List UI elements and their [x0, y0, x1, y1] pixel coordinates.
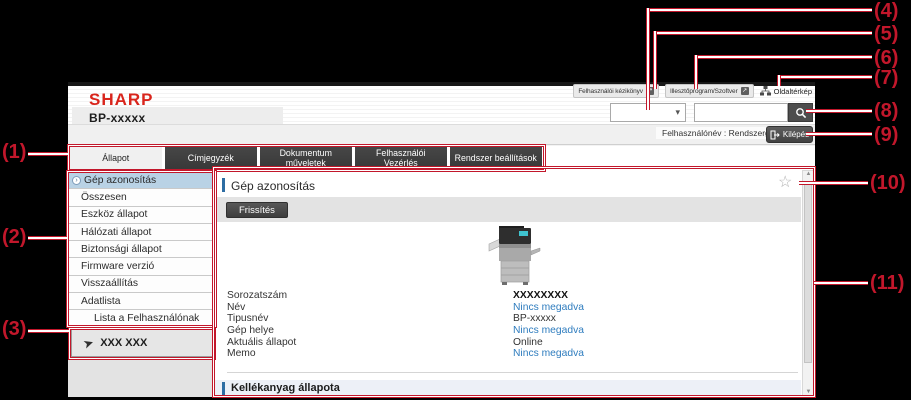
status-value: Online [513, 337, 543, 349]
user-manual-label: Felhasználói kézikönyv [578, 88, 643, 95]
detail-label: Sorozatszám [227, 290, 513, 302]
tab-bar: Állapot Címjegyzék Dokumentum műveletek … [70, 146, 542, 170]
search-input[interactable] [694, 103, 788, 122]
detail-row: Gép helye Nincs megadva [227, 325, 787, 337]
callout-line-7-v [777, 75, 781, 86]
external-link-icon: ↗ [741, 87, 749, 95]
section-divider [227, 372, 798, 373]
search-icon [795, 107, 807, 119]
callout-line-6 [694, 55, 872, 59]
sidebar-item-machine-identification[interactable]: › Gép azonosítás [68, 172, 215, 189]
callout-label-2: (2) [2, 226, 26, 249]
sidebar-item-firmware-version[interactable]: Firmware verzió [68, 258, 215, 275]
scroll-down-icon[interactable]: ▼ [804, 389, 813, 395]
sidebar-item-security-status[interactable]: Biztonsági állapot [68, 241, 215, 258]
sitemap-link[interactable]: Oldaltérkép [760, 86, 812, 96]
callout-label-8: (8) [874, 100, 898, 123]
detail-label: Gép helye [227, 325, 513, 337]
callout-line-4-v [646, 8, 650, 110]
custom-shortcut-button[interactable]: ➤ XXX XXX [71, 329, 213, 357]
detail-row: Memo Nincs megadva [227, 348, 787, 360]
printer-image [486, 224, 542, 288]
sidebar-item-list-for-user[interactable]: Lista a Felhasználónak [68, 310, 215, 327]
shortcut-label: XXX XXX [100, 337, 147, 349]
scroll-up-icon[interactable]: ▲ [804, 171, 813, 177]
logout-icon [770, 130, 780, 140]
detail-row: Sorozatszám XXXXXXXX [227, 290, 787, 302]
content-toolbar [215, 198, 801, 222]
tab-user-control[interactable]: Felhasználói Vezérlés [355, 146, 447, 170]
supplies-accent-bar [222, 382, 225, 395]
sidebar-item-device-status[interactable]: Eszköz állapot [68, 207, 215, 224]
callout-label-3: (3) [2, 318, 26, 341]
callout-line-5-v [653, 31, 657, 89]
serial-number-value: XXXXXXXX [513, 290, 568, 302]
username-label: Felhasználónév : [662, 128, 726, 138]
tab-address-book[interactable]: Címjegyzék [165, 146, 257, 170]
callout-line-2 [28, 236, 67, 240]
driver-software-link[interactable]: Illesztőprogram/Szoftver ↗ [665, 84, 754, 98]
machine-details-list: Sorozatszám XXXXXXXX Név Nincs megadva T… [227, 290, 787, 360]
top-links-row: Felhasználói kézikönyv ↗ Illesztőprogram… [573, 84, 812, 98]
location-value-link[interactable]: Nincs megadva [513, 325, 584, 337]
detail-label: Név [227, 302, 513, 314]
shortcut-arrow-icon: ➤ [82, 335, 95, 350]
favorite-star-icon[interactable]: ☆ [778, 172, 792, 192]
callout-line-7 [777, 75, 872, 79]
sidebar-footer [68, 358, 215, 397]
sidebar-item-reset[interactable]: Visszaállítás [68, 276, 215, 293]
name-value-link[interactable]: Nincs megadva [513, 302, 584, 314]
supplies-section-title: Kellékanyag állapota [231, 382, 340, 394]
model-value: BP-xxxxx [513, 313, 556, 325]
callout-label-11: (11) [870, 272, 904, 295]
refresh-button[interactable]: Frissítés [226, 202, 288, 218]
detail-row: Aktuális állapot Online [227, 337, 787, 349]
tab-document-operations[interactable]: Dokumentum műveletek [260, 146, 352, 170]
callout-label-7: (7) [874, 67, 898, 90]
sidebar-menu: › Gép azonosítás Összesen Eszköz állapot… [68, 172, 215, 328]
sidebar-item-data-list[interactable]: Adatlista [68, 293, 215, 310]
detail-label: Memo [227, 348, 513, 360]
callout-line-8 [806, 109, 872, 113]
page-title: Gép azonosítás [231, 179, 315, 193]
callout-label-1: (1) [2, 141, 26, 164]
sidebar-item-network-status[interactable]: Hálózati állapot [68, 224, 215, 241]
driver-software-label: Illesztőprogram/Szoftver [670, 88, 738, 95]
callout-label-10: (10) [870, 172, 906, 195]
selected-arrow-icon: › [72, 176, 81, 185]
callout-line-10 [799, 181, 868, 185]
sitemap-label: Oldaltérkép [774, 87, 812, 96]
sitemap-icon [760, 86, 771, 96]
screenshot-canvas: SHARP BP-xxxxx Felhasználói kézikönyv ↗ … [0, 0, 911, 400]
callout-line-1 [28, 152, 68, 156]
callout-line-4 [646, 8, 872, 12]
title-accent-bar [222, 178, 225, 192]
detail-label: Aktuális állapot [227, 337, 513, 349]
tab-status[interactable]: Állapot [70, 146, 162, 170]
sidebar-item-total[interactable]: Összesen [68, 189, 215, 206]
memo-value-link[interactable]: Nincs megadva [513, 348, 584, 360]
callout-line-9 [806, 132, 872, 136]
callout-line-11 [814, 281, 868, 285]
callout-line-6-v [694, 55, 698, 89]
callout-line-5 [653, 31, 872, 35]
detail-row: Név Nincs megadva [227, 302, 787, 314]
detail-row: Tipusnév BP-xxxxx [227, 313, 787, 325]
main-content: Gép azonosítás ☆ Frissítés Sorozatszám X… [215, 168, 815, 397]
scrollbar-thumb[interactable] [804, 181, 812, 363]
callout-label-4: (4) [874, 0, 898, 23]
model-name: BP-xxxxx [89, 111, 145, 125]
detail-label: Tipusnév [227, 313, 513, 325]
chevron-down-icon: ▾ [675, 107, 680, 118]
tab-system-settings[interactable]: Rendszer beállítások [450, 146, 542, 170]
content-scrollbar[interactable]: ▲ ▼ [802, 170, 814, 396]
callout-line-3 [28, 329, 69, 333]
callout-label-9: (9) [874, 124, 898, 147]
callout-label-5: (5) [874, 23, 898, 46]
sidebar-item-label: Gép azonosítás [84, 175, 156, 186]
